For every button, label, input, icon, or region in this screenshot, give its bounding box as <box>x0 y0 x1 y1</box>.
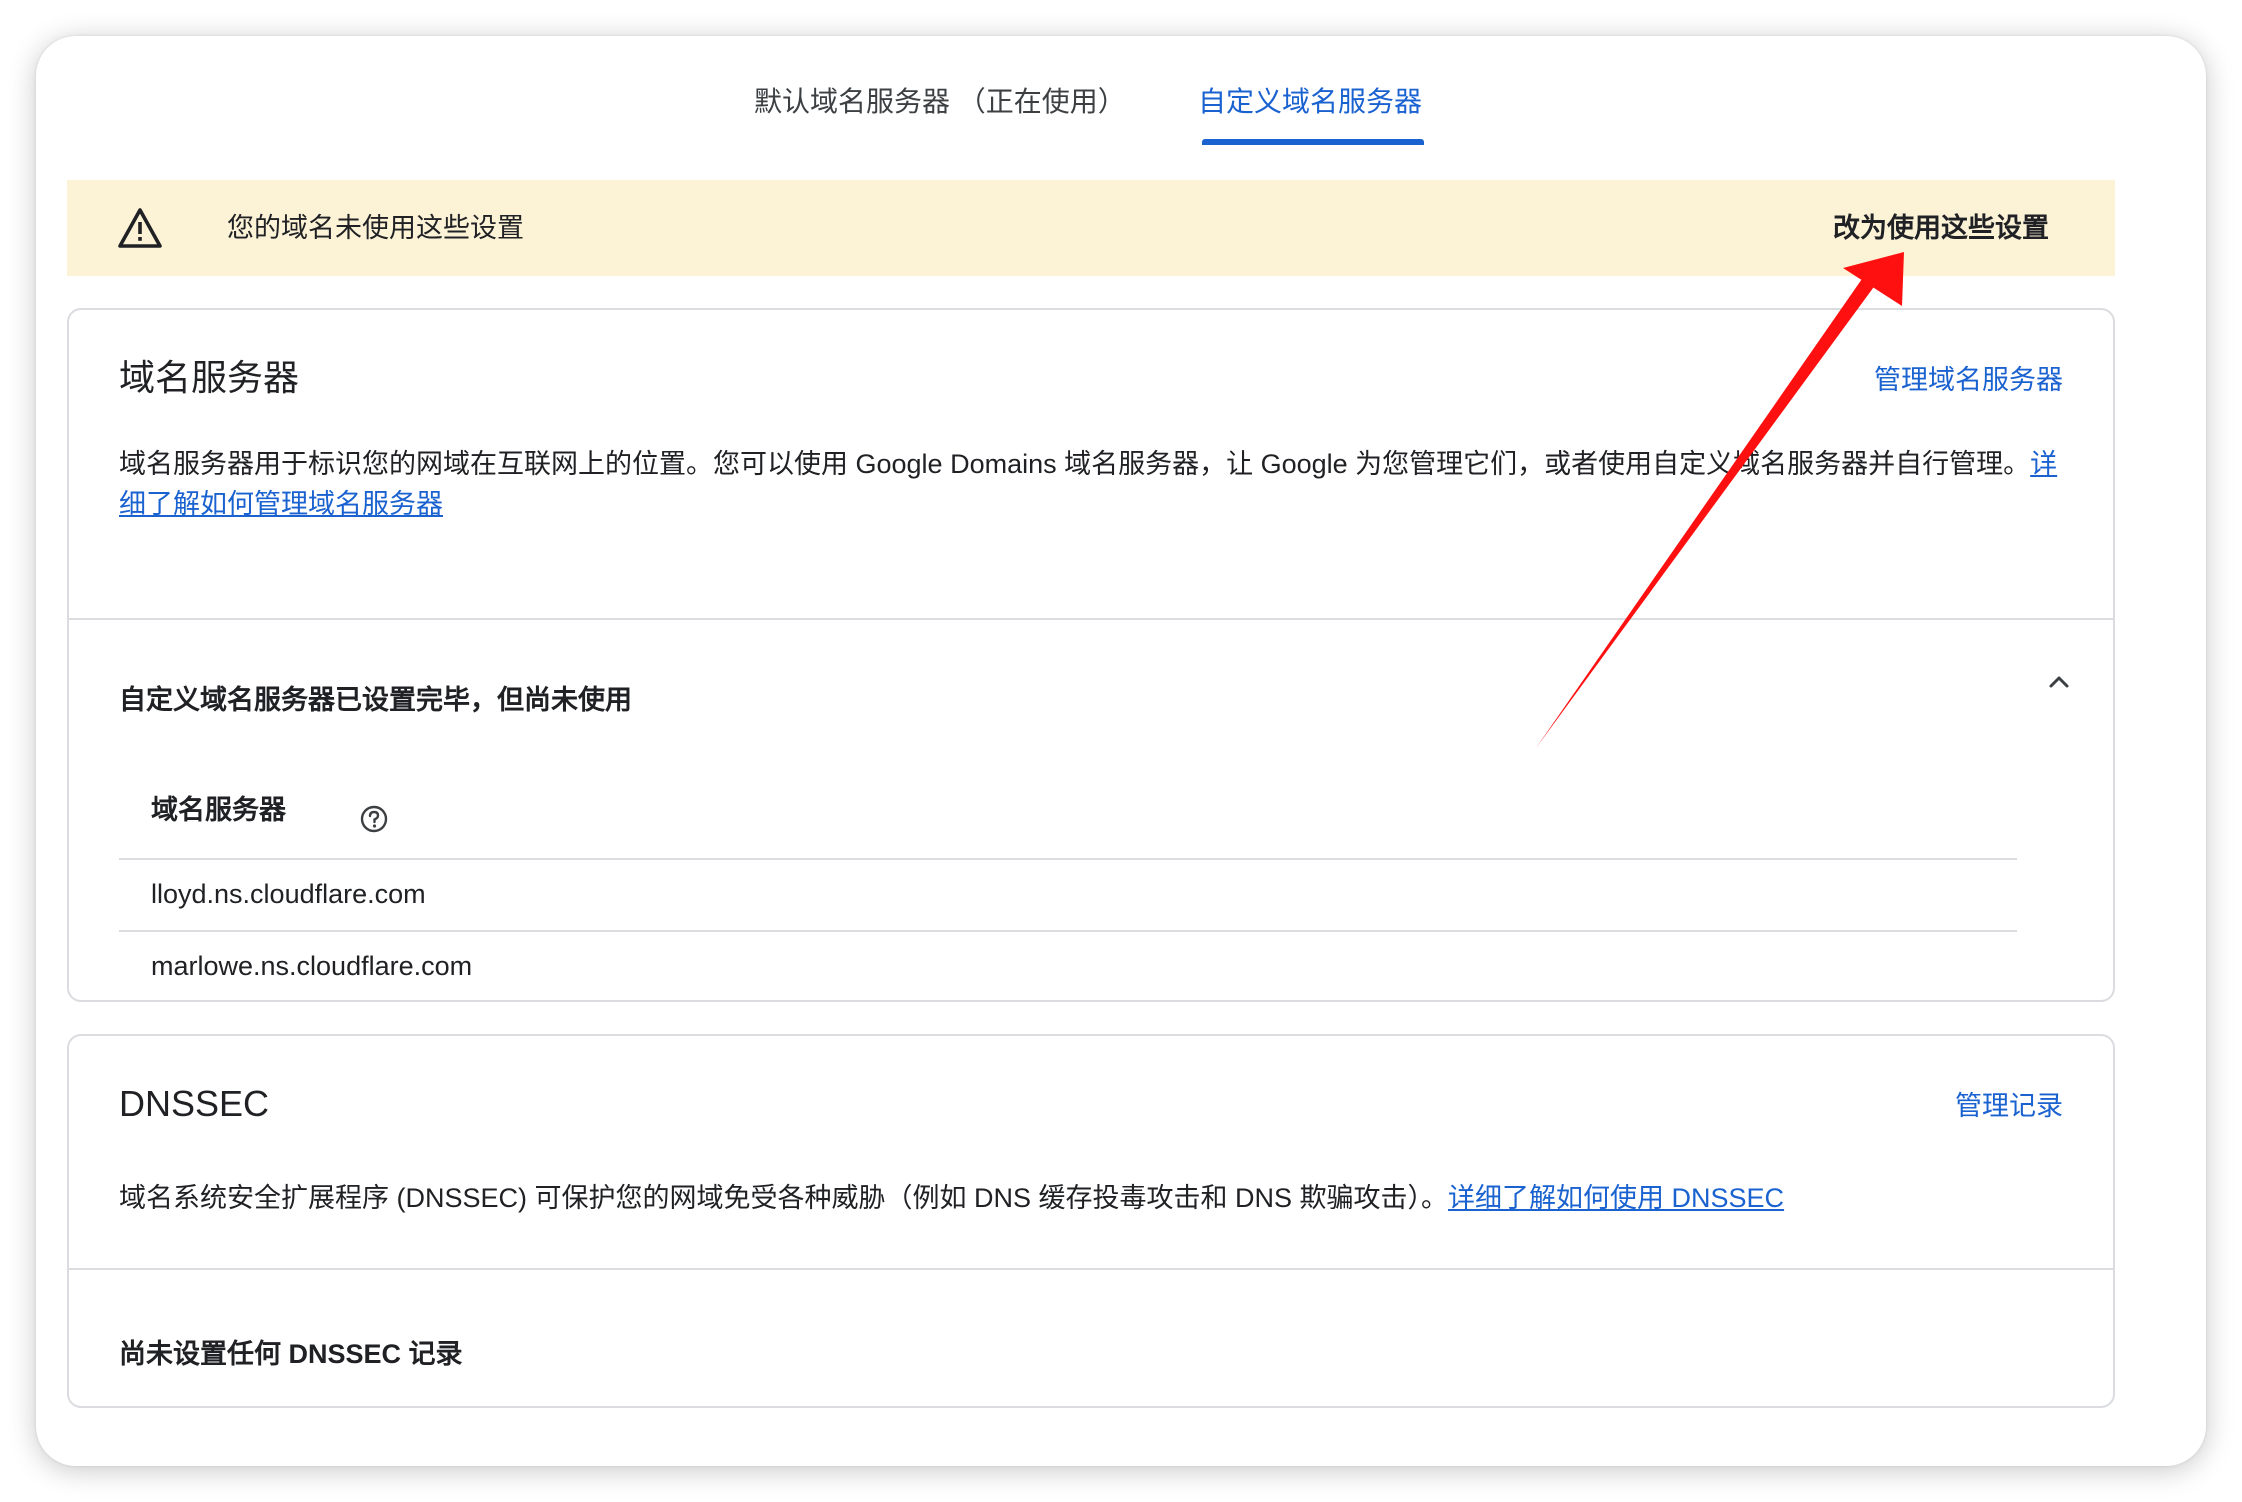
divider <box>69 618 2113 620</box>
use-these-settings-button[interactable]: 改为使用这些设置 <box>1833 208 2049 248</box>
nameservers-description: 域名服务器用于标识您的网域在互联网上的位置。您可以使用 Google Domai… <box>119 444 2079 524</box>
help-circle-icon[interactable] <box>359 804 389 834</box>
custom-nameservers-status: 自定义域名服务器已设置完毕，但尚未使用 <box>119 685 632 715</box>
nameservers-table-header: 域名服务器 <box>151 795 286 825</box>
divider <box>69 1268 2113 1270</box>
table-divider <box>119 858 2017 860</box>
learn-more-dnssec-link[interactable]: 详细了解如何使用 DNSSEC <box>1448 1183 1784 1213</box>
dnssec-card-title: DNSSEC <box>119 1083 270 1124</box>
tab-custom-nameservers[interactable]: 自定义域名服务器 <box>1198 82 1422 122</box>
nameserver-row: lloyd.ns.cloudflare.com <box>151 879 426 909</box>
tab-bar: 默认域名服务器 （正在使用） 自定义域名服务器 <box>36 36 2206 148</box>
banner-message: 您的域名未使用这些设置 <box>227 213 524 243</box>
active-tab-indicator <box>1202 139 1424 145</box>
nameserver-row: marlowe.ns.cloudflare.com <box>151 951 473 981</box>
settings-window: 默认域名服务器 （正在使用） 自定义域名服务器 您的域名未使用这些设置 改为使用… <box>36 36 2206 1466</box>
warning-banner: 您的域名未使用这些设置 改为使用这些设置 <box>67 180 2115 276</box>
nameservers-card: 域名服务器 管理域名服务器 域名服务器用于标识您的网域在互联网上的位置。您可以使… <box>67 308 2115 1002</box>
table-divider <box>119 930 2017 932</box>
nameservers-card-title: 域名服务器 <box>119 357 300 398</box>
warning-triangle-icon <box>118 208 162 248</box>
tab-default-nameservers[interactable]: 默认域名服务器 （正在使用） <box>754 82 1126 122</box>
dnssec-description: 域名系统安全扩展程序 (DNSSEC) 可保护您的网域免受各种威胁（例如 DNS… <box>119 1178 2079 1218</box>
nameservers-description-text: 域名服务器用于标识您的网域在互联网上的位置。您可以使用 Google Domai… <box>119 449 2031 479</box>
manage-nameservers-link[interactable]: 管理域名服务器 <box>1874 360 2063 400</box>
chevron-up-icon[interactable] <box>2045 668 2073 696</box>
dnssec-card: DNSSEC 管理记录 域名系统安全扩展程序 (DNSSEC) 可保护您的网域免… <box>67 1034 2115 1408</box>
dnssec-status: 尚未设置任何 DNSSEC 记录 <box>119 1339 463 1369</box>
dnssec-description-text: 域名系统安全扩展程序 (DNSSEC) 可保护您的网域免受各种威胁（例如 DNS… <box>119 1183 1449 1213</box>
manage-records-link[interactable]: 管理记录 <box>1955 1086 2063 1126</box>
